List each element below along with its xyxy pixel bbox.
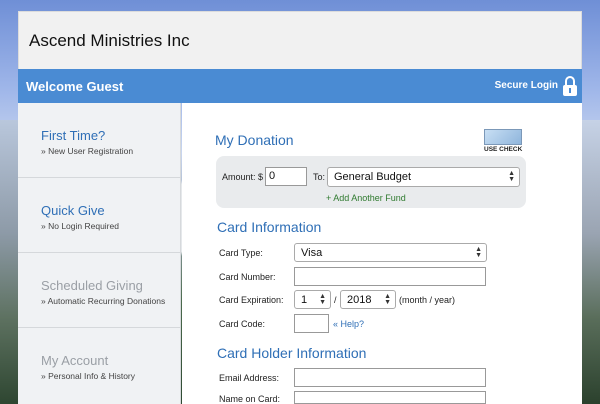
site-header: Ascend Ministries Inc xyxy=(18,11,582,69)
sidebar: First Time? » New User Registration Quic… xyxy=(18,103,181,404)
fund-select[interactable]: General Budget ▲ ▼ xyxy=(327,167,520,187)
card-type-label: Card Type: xyxy=(219,248,263,258)
secure-login-link[interactable]: Secure Login xyxy=(495,80,558,91)
name-on-card-input[interactable] xyxy=(294,391,486,404)
sidebar-item-subtitle: » No Login Required xyxy=(41,221,119,231)
fund-select-value: General Budget xyxy=(334,171,412,183)
site-title: Ascend Ministries Inc xyxy=(29,31,190,50)
sidebar-item-first-time[interactable]: First Time? » New User Registration xyxy=(18,103,181,178)
name-on-card-label: Name on Card: xyxy=(219,394,281,404)
card-expiration-label: Card Expiration: xyxy=(219,295,284,305)
card-code-help-link[interactable]: « Help? xyxy=(333,319,364,329)
expiration-hint: (month / year) xyxy=(399,295,456,305)
card-information-heading: Card Information xyxy=(217,219,322,235)
expiration-month-value: 1 xyxy=(301,294,308,306)
card-holder-heading: Card Holder Information xyxy=(217,345,367,361)
welcome-text: Welcome Guest xyxy=(26,79,124,94)
sidebar-item-subtitle: » Automatic Recurring Donations xyxy=(41,296,166,306)
expiration-year-value: 2018 xyxy=(347,294,372,306)
email-input[interactable] xyxy=(294,368,486,387)
card-code-input[interactable] xyxy=(294,314,329,333)
background-mountains-left xyxy=(0,120,18,404)
check-icon xyxy=(484,129,522,145)
sidebar-item-scheduled-giving[interactable]: Scheduled Giving » Automatic Recurring D… xyxy=(18,253,181,328)
select-arrows-icon: ▲ ▼ xyxy=(319,293,326,306)
amount-input[interactable]: 0 xyxy=(265,167,307,186)
expiration-separator: / xyxy=(334,295,337,305)
card-number-input[interactable] xyxy=(294,267,486,286)
card-type-select[interactable]: Visa ▲ ▼ xyxy=(294,243,487,262)
donation-fund-box: Amount: $ 0 To: General Budget ▲ ▼ + Add … xyxy=(216,156,526,208)
select-arrows-icon: ▲ ▼ xyxy=(384,293,391,306)
to-label: To: xyxy=(313,172,326,182)
card-type-value: Visa xyxy=(301,247,323,259)
amount-label: Amount: $ xyxy=(222,172,264,182)
donation-form: My Donation USE CHECK Amount: $ 0 To: Ge… xyxy=(182,103,582,404)
select-arrows-icon: ▲ ▼ xyxy=(508,170,515,183)
add-another-fund-link[interactable]: + Add Another Fund xyxy=(326,193,406,203)
sidebar-item-quick-give[interactable]: Quick Give » No Login Required xyxy=(18,178,181,253)
use-check-button[interactable]: USE CHECK xyxy=(484,129,524,155)
lock-icon[interactable] xyxy=(562,75,578,97)
card-code-label: Card Code: xyxy=(219,319,266,329)
use-check-label: USE CHECK xyxy=(484,146,523,153)
sidebar-item-title: My Account xyxy=(41,353,109,368)
my-donation-heading: My Donation xyxy=(215,132,294,148)
sidebar-item-title: First Time? xyxy=(41,128,106,143)
sidebar-item-subtitle: » New User Registration xyxy=(41,146,134,156)
card-number-label: Card Number: xyxy=(219,272,276,282)
welcome-bar: Welcome Guest Secure Login xyxy=(18,69,582,103)
background-mountains-right xyxy=(582,120,600,404)
select-arrows-icon: ▲ ▼ xyxy=(475,246,482,259)
sidebar-item-my-account[interactable]: My Account » Personal Info & History xyxy=(18,328,181,403)
sidebar-item-subtitle: » Personal Info & History xyxy=(41,371,136,381)
sidebar-item-title: Scheduled Giving xyxy=(41,278,143,293)
expiration-year-select[interactable]: 2018 ▲ ▼ xyxy=(340,290,396,309)
email-label: Email Address: xyxy=(219,373,280,383)
expiration-month-select[interactable]: 1 ▲ ▼ xyxy=(294,290,331,309)
sidebar-item-title: Quick Give xyxy=(41,203,105,218)
